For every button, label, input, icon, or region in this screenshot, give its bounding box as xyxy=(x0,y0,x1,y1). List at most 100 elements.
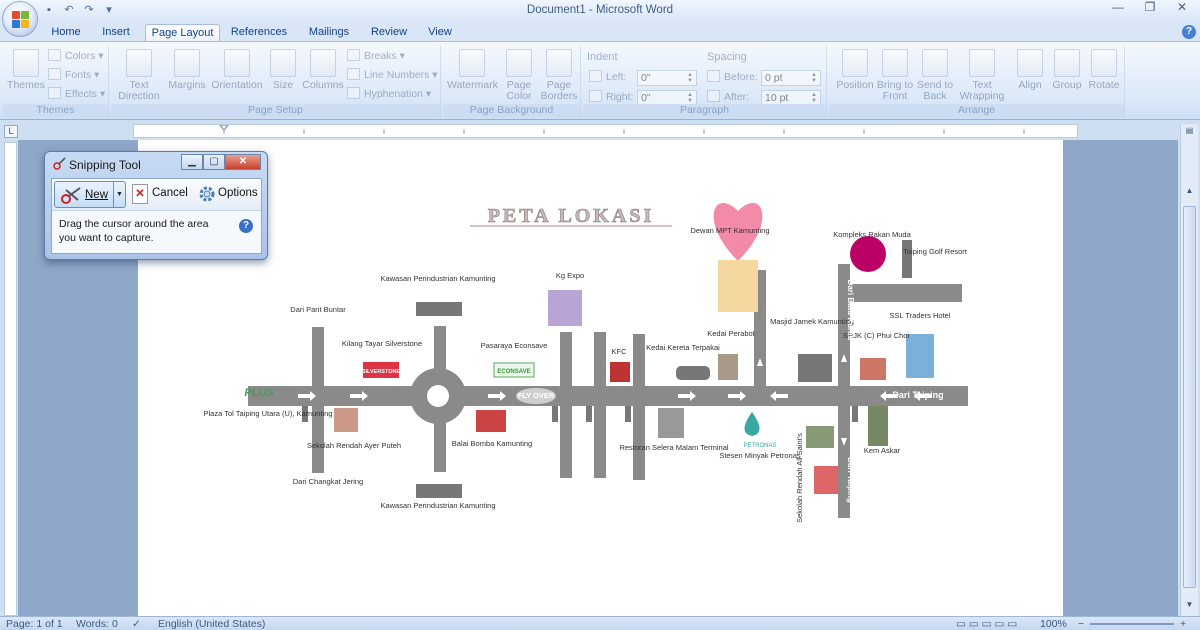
align-button[interactable]: Align xyxy=(1013,49,1047,91)
tab-references[interactable]: References xyxy=(226,24,292,42)
new-snip-dropdown-icon[interactable]: ▼ xyxy=(113,182,125,207)
ribbon-tabs: Home Insert Page Layout References Maili… xyxy=(0,22,1200,42)
ruler-toggle-icon[interactable]: ▤ xyxy=(1184,126,1195,136)
plus-logo: PLUS xyxy=(244,387,274,399)
cancel-icon[interactable]: ✕ xyxy=(132,184,148,204)
position-button[interactable]: Position xyxy=(831,49,879,91)
scrollbar-thumb[interactable] xyxy=(1183,206,1196,588)
tab-page-layout[interactable]: Page Layout xyxy=(145,24,220,42)
document-page[interactable]: PETA LOKASI FLY OVER PLUS SILVERSTONE EC… xyxy=(138,140,1063,616)
status-page[interactable]: Page: 1 of 1 xyxy=(6,618,63,630)
hyphenation-button[interactable]: Hyphenation ▾ xyxy=(347,86,431,102)
scroll-down-arrow-icon[interactable]: ▼ xyxy=(1184,600,1195,610)
text-direction-button[interactable]: Text Direction xyxy=(113,49,165,102)
line-numbers-button[interactable]: Line Numbers ▾ xyxy=(347,67,438,83)
tab-insert[interactable]: Insert xyxy=(94,24,138,42)
zoom-slider[interactable] xyxy=(1090,623,1174,625)
minimize-button[interactable]: — xyxy=(1106,0,1130,16)
factory-icon xyxy=(416,302,462,316)
spacing-after-icon xyxy=(707,90,720,102)
spacing-after-spinner[interactable]: ▲ ▼ xyxy=(811,92,819,104)
zoom-out-icon[interactable]: − xyxy=(1078,618,1084,630)
watermark-icon xyxy=(459,49,485,77)
zoom-level[interactable]: 100% xyxy=(1040,618,1067,630)
indent-left-label: Left: xyxy=(589,69,626,85)
colors-button[interactable]: Colors ▾ xyxy=(48,48,104,64)
page-color-button[interactable]: Page Color xyxy=(499,49,539,102)
label-kg-expo: Kg Expo xyxy=(556,271,584,280)
options-gear-icon[interactable] xyxy=(198,185,216,203)
view-buttons[interactable]: ▭ ▭ ▭ ▭ ▭ xyxy=(956,618,1017,630)
status-language[interactable]: English (United States) xyxy=(158,618,265,630)
help-icon[interactable]: ? xyxy=(1182,25,1196,39)
traffic-light-icon xyxy=(852,406,858,422)
bring-to-front-button[interactable]: Bring to Front xyxy=(875,49,915,102)
rotate-button[interactable]: Rotate xyxy=(1085,49,1123,91)
label-dari-taiping-v: Dari Taiping xyxy=(846,457,855,503)
spacing-before-spinner[interactable]: ▲ ▼ xyxy=(811,72,819,84)
breaks-button[interactable]: Breaks ▾ xyxy=(347,48,405,64)
snip-close-button[interactable]: ✕ xyxy=(225,154,261,170)
shop-icon xyxy=(718,354,738,380)
send-to-back-button[interactable]: Send to Back xyxy=(915,49,955,102)
new-snip-button[interactable]: New ▼ xyxy=(54,181,126,208)
scroll-up-arrow-icon[interactable]: ▲ xyxy=(1184,186,1195,196)
road-golf xyxy=(838,284,962,302)
label-ssl: SSL Traders Hotel xyxy=(890,311,951,320)
indent-right-spinner[interactable]: ▲ ▼ xyxy=(687,92,695,104)
kfc-sign xyxy=(610,362,630,382)
margins-button[interactable]: Margins xyxy=(167,49,207,91)
soldier-icon xyxy=(868,406,888,446)
group-button[interactable]: Group xyxy=(1049,49,1085,91)
indent-title: Indent xyxy=(587,51,618,63)
vertical-scrollbar[interactable]: ▤ ▲ ▼ xyxy=(1180,124,1198,616)
themes-button[interactable]: Themes xyxy=(6,49,46,91)
label-balai-bomba: Balai Bomba Kamunting xyxy=(452,439,532,448)
road-kg-expo xyxy=(560,332,572,478)
srjk-school-icon xyxy=(860,358,886,380)
close-button[interactable]: ✕ xyxy=(1170,0,1194,16)
scissors-icon xyxy=(61,187,81,204)
columns-icon xyxy=(310,49,336,77)
columns-button[interactable]: Columns xyxy=(301,49,345,91)
text-wrapping-button[interactable]: Text Wrapping xyxy=(955,49,1009,102)
fonts-button[interactable]: Fonts ▾ xyxy=(48,67,99,83)
tab-home[interactable]: Home xyxy=(44,24,88,42)
spacing-before-field[interactable]: 0 pt ▲ ▼ xyxy=(761,70,821,86)
office-button[interactable] xyxy=(2,1,38,37)
map-title: PETA LOKASI xyxy=(488,205,655,227)
vertical-ruler[interactable] xyxy=(4,142,17,616)
position-icon xyxy=(842,49,868,77)
tab-review[interactable]: Review xyxy=(364,24,414,42)
effects-button[interactable]: Effects ▾ xyxy=(48,86,105,102)
label-kompleks: Kompleks Rakan Muda xyxy=(833,230,911,239)
indent-left-field[interactable]: 0" ▲ ▼ xyxy=(637,70,697,86)
ruler-ticks xyxy=(218,124,1025,134)
snip-help-icon[interactable]: ? xyxy=(239,219,253,233)
rotate-icon xyxy=(1091,49,1117,77)
horizontal-ruler[interactable] xyxy=(133,124,1078,138)
options-button[interactable]: Options xyxy=(218,187,258,199)
tab-view[interactable]: View xyxy=(420,24,460,42)
indent-left-icon xyxy=(589,70,602,82)
watermark-button[interactable]: Watermark xyxy=(447,49,498,91)
tab-mailings[interactable]: Mailings xyxy=(300,24,358,42)
orientation-button[interactable]: Orientation xyxy=(209,49,265,91)
status-words[interactable]: Words: 0 xyxy=(76,618,118,630)
size-button[interactable]: Size xyxy=(269,49,297,91)
rakan-muda-logo xyxy=(850,236,886,272)
size-icon xyxy=(270,49,296,77)
page-borders-button[interactable]: Page Borders xyxy=(539,49,579,102)
proofing-icon[interactable]: ✓ xyxy=(132,618,141,630)
indent-left-spinner[interactable]: ▲ ▼ xyxy=(687,72,695,84)
orientation-icon xyxy=(224,49,250,77)
spacing-after-label: After: xyxy=(707,89,749,105)
tab-selector[interactable]: L xyxy=(4,125,18,138)
line-numbers-icon xyxy=(347,68,360,80)
office-logo-icon xyxy=(12,11,30,29)
snip-minimize-button[interactable]: ▁ xyxy=(181,154,203,170)
snip-maximize-button[interactable]: ▢ xyxy=(203,154,225,170)
zoom-in-icon[interactable]: + xyxy=(1180,618,1186,630)
restore-button[interactable]: ❐ xyxy=(1138,0,1162,16)
cancel-button[interactable]: Cancel xyxy=(152,187,188,199)
